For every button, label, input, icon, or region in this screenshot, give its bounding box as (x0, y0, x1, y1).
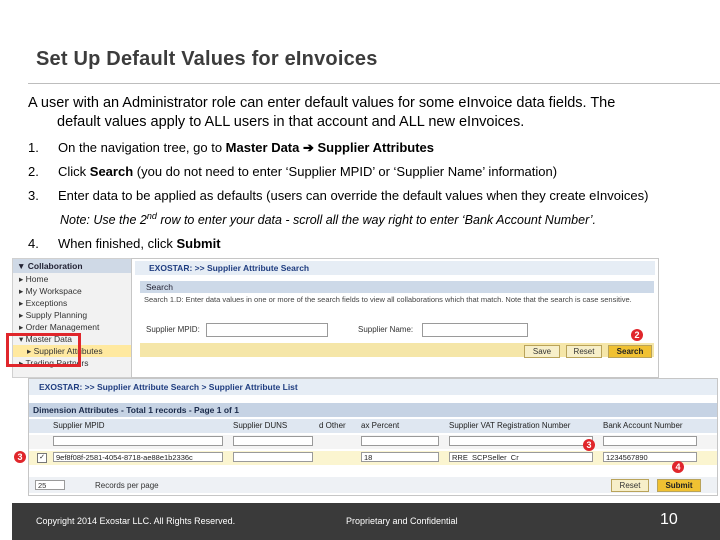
search-section-header: Search (140, 281, 654, 293)
step-text: Enter data to be applied as defaults (us… (58, 188, 649, 203)
callout-marker-3b: 3 (583, 439, 595, 451)
default-tax-input[interactable] (361, 436, 439, 446)
callout-marker-3: 3 (14, 451, 26, 463)
search-button[interactable]: Search (608, 345, 652, 358)
page-number: 10 (660, 511, 678, 528)
column-header: d Other (319, 421, 346, 430)
default-values-input-row (29, 435, 717, 449)
callout-marker-4: 4 (672, 461, 684, 473)
column-header: Supplier MPID (53, 421, 105, 430)
column-header: Bank Account Number (603, 421, 683, 430)
mpid-cell[interactable]: 9ef8f08f-2581-4054-8718-ae88e1b2336c (53, 452, 223, 462)
callout-marker-2: 2 (631, 329, 643, 341)
nav-item-home[interactable]: ▸ Home (13, 273, 133, 285)
highlight-box (6, 333, 81, 367)
default-duns-input[interactable] (233, 436, 313, 446)
duns-cell[interactable] (233, 452, 313, 462)
default-mpid-input[interactable] (53, 436, 223, 446)
supplier-attribute-list-panel: EXOSTAR: >> Supplier Attribute Search > … (28, 378, 718, 496)
table-row: ✓ 9ef8f08f-2581-4054-8718-ae88e1b2336c 1… (29, 451, 717, 465)
save-button[interactable]: Save (524, 345, 560, 358)
proprietary-text: Proprietary and Confidential (346, 516, 458, 526)
intro-text: A user with an Administrator role can en… (28, 94, 708, 132)
supplier-attribute-search-panel: EXOSTAR: >> Supplier Attribute Search Se… (131, 258, 659, 378)
nav-header[interactable]: ▼ Collaboration (13, 259, 133, 273)
default-bank-input[interactable] (603, 436, 697, 446)
search-panel-title: EXOSTAR: >> Supplier Attribute Search (135, 261, 655, 275)
records-per-page-select[interactable]: 25 (35, 480, 65, 490)
title-divider (28, 83, 720, 84)
step-number: 3. (28, 188, 39, 203)
table-header-row: Supplier MPID Supplier DUNS d Other ax P… (29, 419, 717, 433)
step-number: 2. (28, 164, 39, 179)
step-text: Click Search (you do not need to enter ‘… (58, 164, 558, 179)
search-description: Search 1.D: Enter data values in one or … (144, 295, 632, 304)
intro-line-2: default values apply to ALL users in tha… (57, 114, 525, 130)
list-footer-bar: 25 Records per page Reset Submit (29, 477, 717, 493)
reset-button[interactable]: Reset (611, 479, 649, 492)
nav-item-supply-planning[interactable]: ▸ Supply Planning (13, 309, 133, 321)
supplier-mpid-input[interactable] (206, 323, 328, 337)
nav-item-order-management[interactable]: ▸ Order Management (13, 321, 133, 333)
page-title: Set Up Default Values for eInvoices (36, 48, 378, 70)
vat-cell[interactable]: RRE_SCPSeller_Cr (449, 452, 593, 462)
submit-button[interactable]: Submit (657, 479, 701, 492)
reset-button[interactable]: Reset (566, 345, 602, 358)
intro-line-1: A user with an Administrator role can en… (28, 95, 616, 111)
bank-account-cell[interactable]: 1234567890 (603, 452, 697, 462)
note-text: Note: Use the 2nd row to enter your data… (60, 211, 596, 228)
nav-item-my-workspace[interactable]: ▸ My Workspace (13, 285, 133, 297)
supplier-name-label: Supplier Name: (358, 325, 414, 334)
step-number: 1. (28, 140, 39, 155)
column-header: ax Percent (361, 421, 400, 430)
row-checkbox[interactable]: ✓ (37, 453, 47, 463)
tax-cell[interactable]: 18 (361, 452, 439, 462)
default-vat-input[interactable] (449, 436, 593, 446)
copyright-text: Copyright 2014 Exostar LLC. All Rights R… (36, 516, 236, 526)
step-text: When finished, click Submit (58, 236, 221, 251)
dimension-attributes-header: Dimension Attributes - Total 1 records -… (29, 403, 717, 417)
nav-item-exceptions[interactable]: ▸ Exceptions (13, 297, 133, 309)
records-per-page-label: Records per page (95, 481, 159, 490)
column-header: Supplier VAT Registration Number (449, 421, 571, 430)
supplier-name-input[interactable] (422, 323, 528, 337)
list-panel-title: EXOSTAR: >> Supplier Attribute Search > … (29, 379, 717, 395)
step-text: On the navigation tree, go to Master Dat… (58, 140, 435, 155)
column-header: Supplier DUNS (233, 421, 288, 430)
supplier-mpid-label: Supplier MPID: (146, 325, 200, 334)
step-number: 4. (28, 236, 39, 251)
